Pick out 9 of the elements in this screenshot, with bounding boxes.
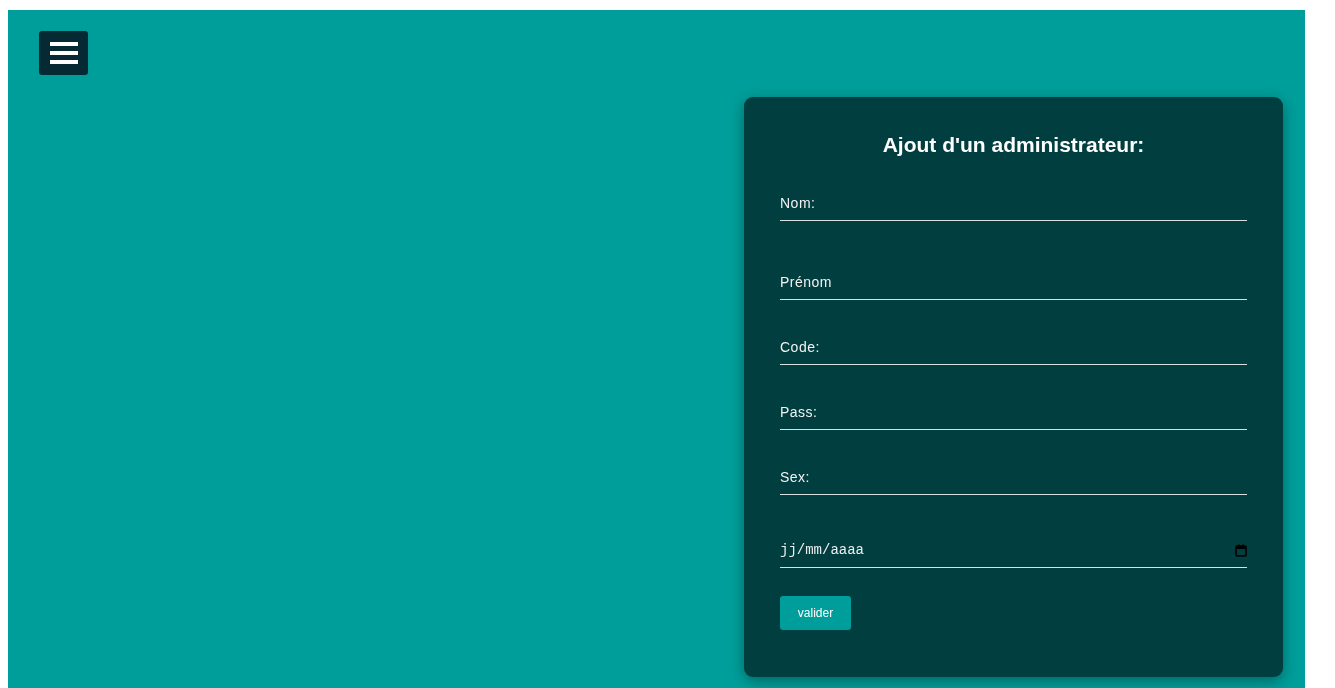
- input-field[interactable]: Pass:: [780, 404, 1247, 430]
- input-field[interactable]: Prénom: [780, 274, 1247, 300]
- input-field[interactable]: Nom:: [780, 195, 1247, 221]
- input-field[interactable]: Code:: [780, 339, 1247, 365]
- date-field[interactable]: jj/mm/aaaa: [780, 542, 1247, 568]
- input-field[interactable]: Sex:: [780, 469, 1247, 495]
- form-title: Ajout d'un administrateur:: [881, 133, 1146, 157]
- menu-icon: [49, 40, 78, 66]
- menu-button[interactable]: [39, 31, 88, 75]
